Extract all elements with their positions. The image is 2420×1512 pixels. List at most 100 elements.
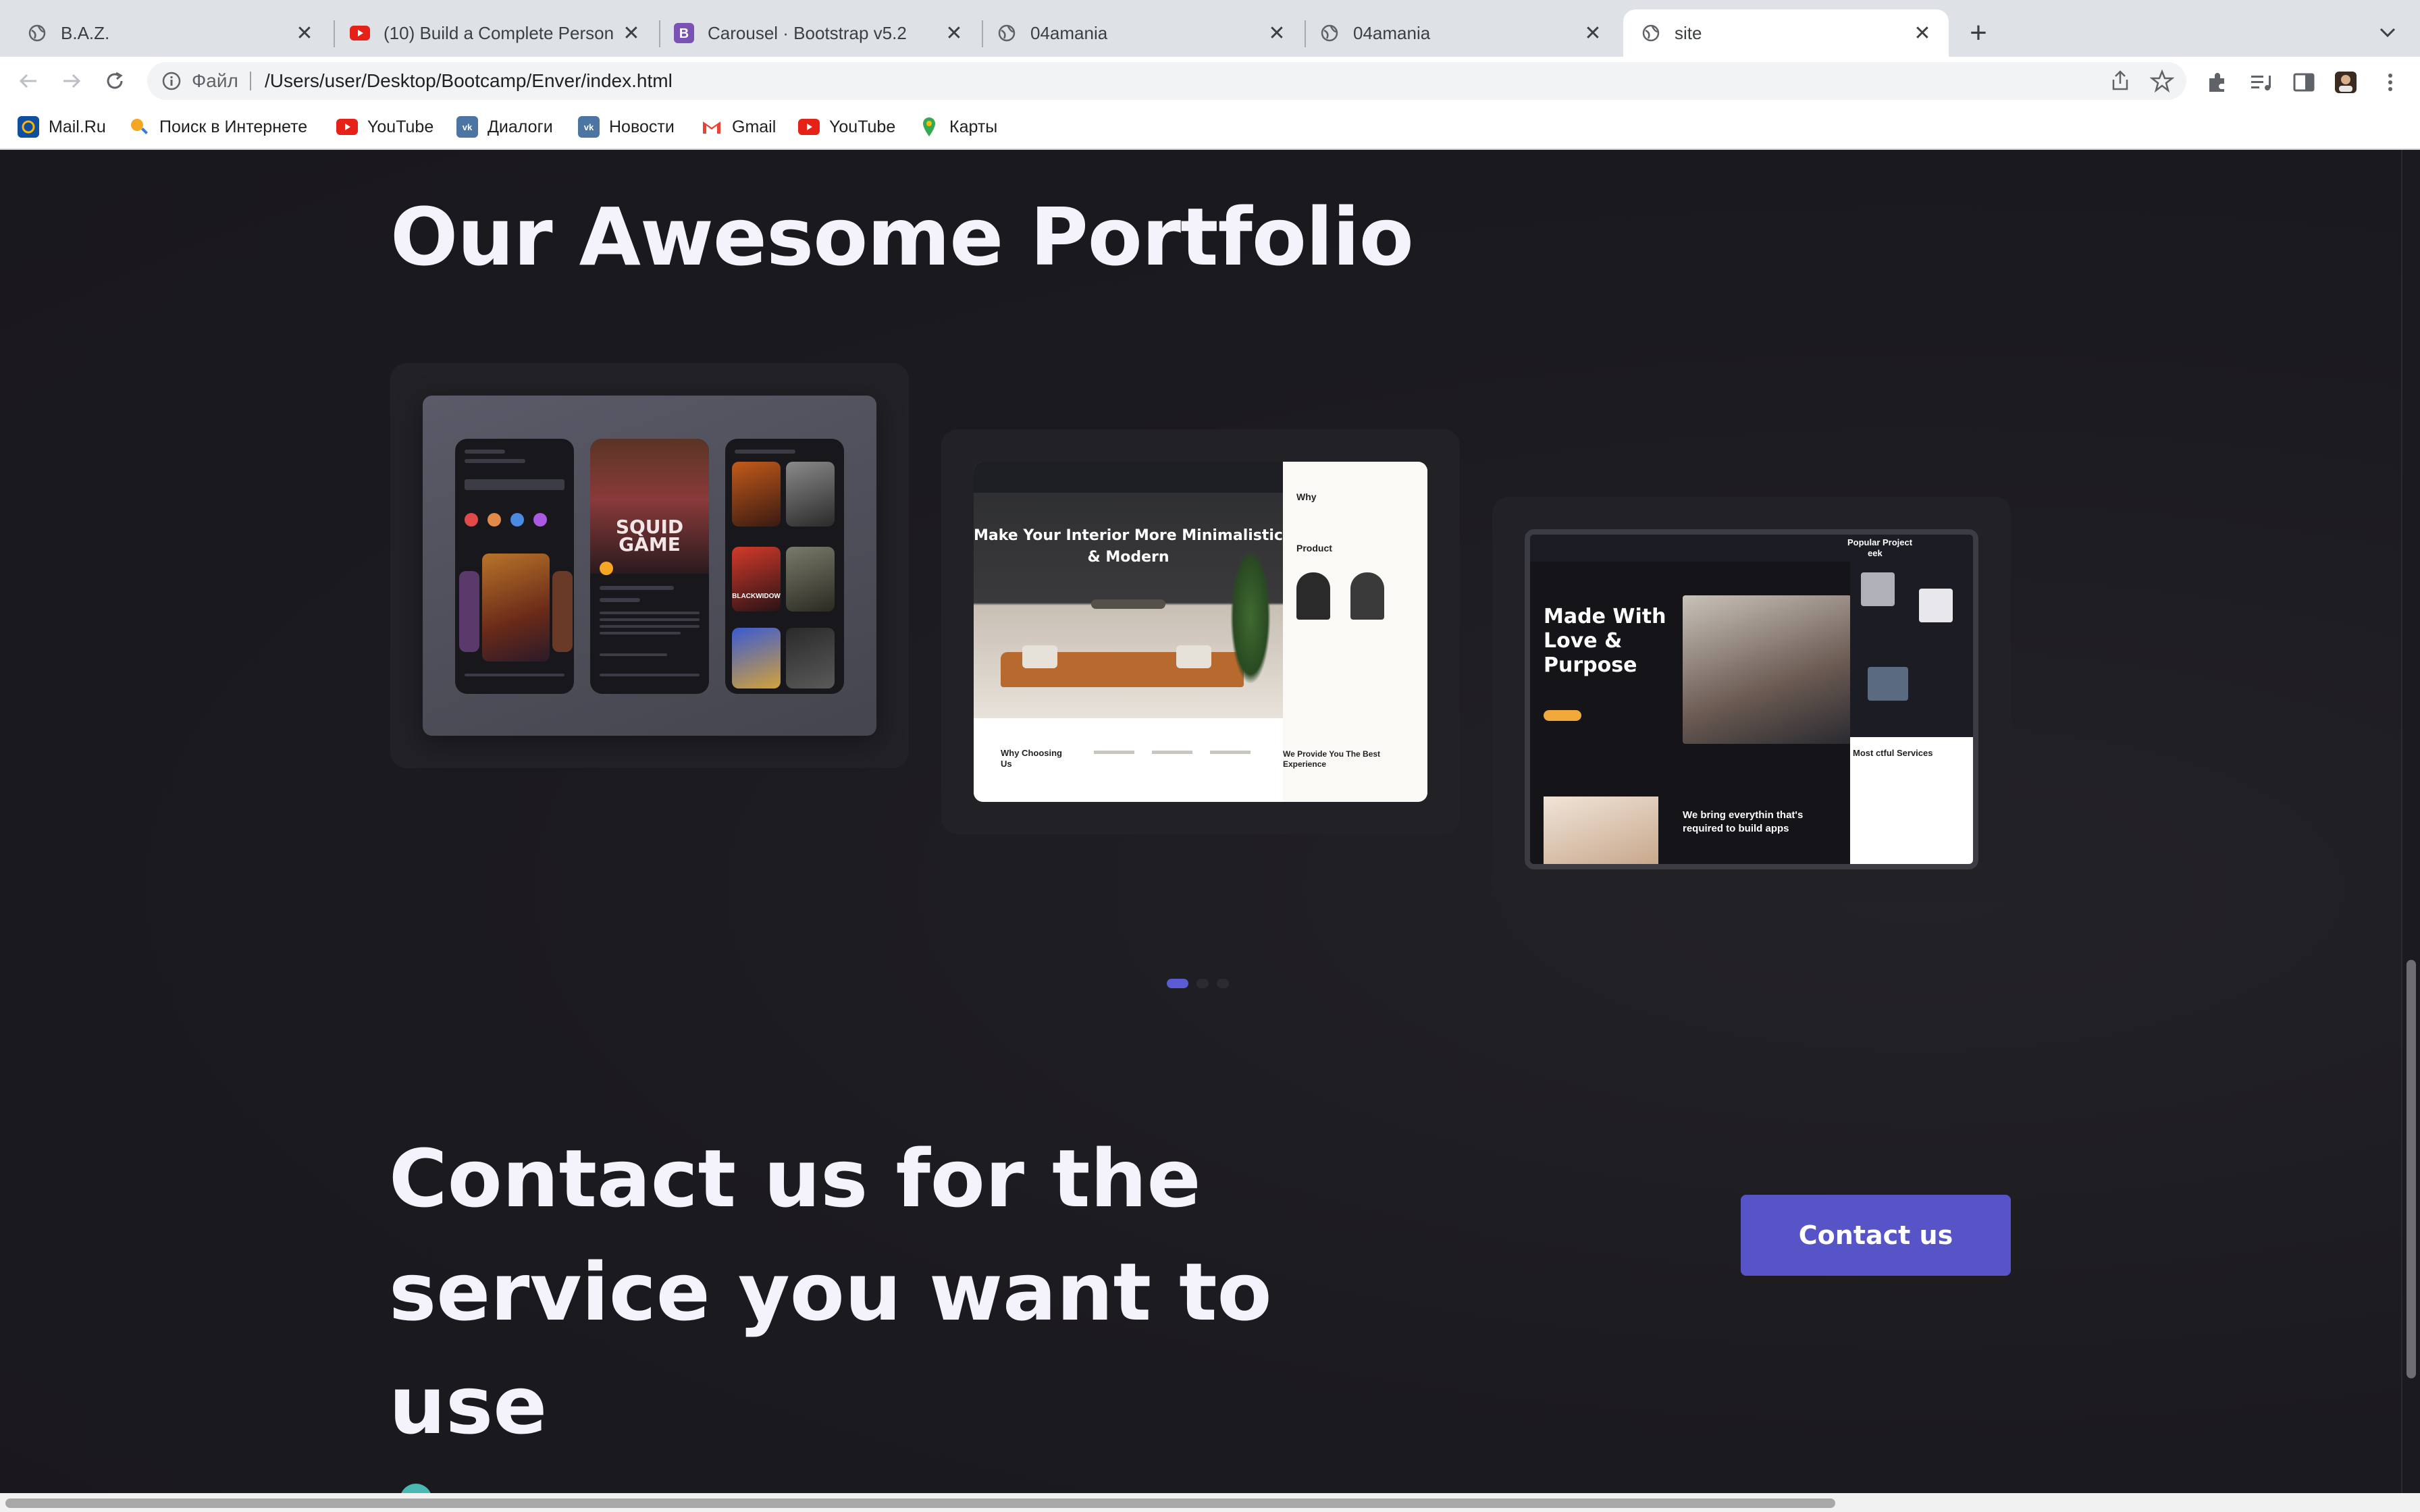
- address-url[interactable]: /Users/user/Desktop/Bootcamp/Enver/index…: [265, 70, 673, 92]
- bookmark-search[interactable]: Поиск в Интернете: [128, 115, 307, 139]
- mailru-icon: [18, 116, 39, 138]
- contact-heading: Contact us for the service you want to u…: [389, 1132, 1272, 1452]
- address-divider: [250, 72, 251, 90]
- phone-mockup: SQUID GAME: [590, 439, 709, 694]
- scrollbar-thumb[interactable]: [2406, 960, 2416, 1378]
- profile-avatar-icon[interactable]: [2332, 69, 2359, 96]
- search-globe-icon: [128, 116, 150, 138]
- back-button[interactable]: [14, 66, 43, 96]
- tab-title: site: [1675, 22, 1702, 43]
- portfolio-heading: Our Awesome Portfolio: [390, 190, 1414, 284]
- tab-title: (10) Build a Complete Personal: [384, 22, 613, 43]
- contact-us-button[interactable]: Contact us: [1741, 1195, 2011, 1276]
- tab-title: 04amania: [1353, 22, 1431, 43]
- bookmark-star-icon[interactable]: [2150, 69, 2174, 93]
- svg-text:vk: vk: [584, 122, 594, 132]
- bookmark-label: Gmail: [732, 117, 777, 136]
- extensions-icon[interactable]: [2204, 69, 2231, 96]
- forward-button[interactable]: [57, 66, 86, 96]
- close-icon[interactable]: ✕: [1267, 22, 1287, 45]
- portfolio-card-1[interactable]: SQUID GAME BLACKWIDOW: [390, 363, 909, 768]
- bookmark-youtube-2[interactable]: YouTube: [798, 115, 895, 139]
- page-viewport: Our Awesome Portfolio SQUID GAME BLACKWI…: [0, 150, 2401, 1493]
- horizontal-scrollbar[interactable]: [0, 1493, 2420, 1512]
- close-icon[interactable]: ✕: [621, 22, 641, 45]
- scrollbar-thumb[interactable]: [5, 1498, 1835, 1508]
- phone-mockup: BLACKWIDOW: [725, 439, 844, 694]
- browser-toolbar: Файл /Users/user/Desktop/Bootcamp/Enver/…: [0, 57, 2420, 105]
- tab-title: 04amania: [1030, 22, 1108, 43]
- vk-icon: vk: [578, 116, 600, 138]
- arrow-left-icon: [19, 74, 36, 88]
- bookmark-label: Диалоги: [488, 117, 553, 136]
- browser-tab-bar: B.A.Z. ✕ (10) Build a Complete Personal …: [0, 0, 2420, 57]
- bookmark-label: Поиск в Интернете: [159, 117, 308, 136]
- close-icon[interactable]: ✕: [294, 22, 315, 45]
- carousel-indicator-2[interactable]: [1196, 979, 1209, 988]
- vk-icon: vk: [456, 116, 478, 138]
- maps-pin-icon: [918, 116, 940, 138]
- tab-title: B.A.Z.: [61, 22, 110, 43]
- phone-mockup: [455, 439, 574, 694]
- tab-baz[interactable]: B.A.Z. ✕: [0, 9, 331, 57]
- globe-icon: [1641, 23, 1661, 43]
- partial-decorative-shape: [400, 1484, 432, 1493]
- youtube-icon: [336, 116, 358, 138]
- tab-youtube-video[interactable]: (10) Build a Complete Personal ✕: [335, 9, 658, 57]
- svg-text:B: B: [679, 26, 689, 41]
- address-bar[interactable]: Файл /Users/user/Desktop/Bootcamp/Enver/…: [147, 62, 2186, 100]
- youtube-icon: [798, 116, 820, 138]
- reload-button[interactable]: [100, 66, 130, 96]
- close-icon[interactable]: ✕: [1912, 22, 1932, 45]
- carousel-indicator-3[interactable]: [1217, 979, 1229, 988]
- bookmarks-bar: Mail.Ru Поиск в Интернете YouTube vk Диа…: [0, 105, 2420, 150]
- portfolio-card-2[interactable]: Make Your Interior More Minimalistic & M…: [941, 429, 1460, 834]
- globe-icon: [27, 23, 47, 43]
- svg-text:vk: vk: [463, 122, 473, 132]
- portfolio-image-agency-site: Made With Love & Purpose Popular Project…: [1525, 529, 1978, 869]
- info-icon[interactable]: [161, 70, 182, 92]
- bookmark-label: Mail.Ru: [49, 117, 106, 136]
- carousel-indicator-1[interactable]: [1167, 979, 1188, 988]
- arrow-right-icon: [63, 74, 81, 88]
- close-icon[interactable]: ✕: [1583, 22, 1603, 45]
- side-panel-icon[interactable]: [2290, 69, 2317, 96]
- bookmark-youtube-1[interactable]: YouTube: [336, 115, 433, 139]
- vertical-scrollbar[interactable]: [2401, 150, 2420, 1493]
- portfolio-image-interior-site: Make Your Interior More Minimalistic & M…: [974, 462, 1427, 802]
- tab-title: Carousel · Bootstrap v5.2: [708, 22, 907, 43]
- more-menu-icon[interactable]: [2377, 69, 2404, 96]
- bootstrap-icon: B: [674, 23, 694, 43]
- portfolio-card-3[interactable]: Made With Love & Purpose Popular Project…: [1492, 497, 2011, 902]
- bookmark-maps[interactable]: Карты: [918, 115, 997, 139]
- squid-game-logo: SQUID GAME: [615, 516, 684, 556]
- interior-footer: Why Choosing Us: [974, 718, 1283, 802]
- reload-icon: [107, 72, 123, 89]
- new-tab-button[interactable]: +: [1964, 16, 1993, 50]
- globe-icon: [997, 23, 1017, 43]
- close-icon[interactable]: ✕: [944, 22, 964, 45]
- address-scheme-label: Файл: [192, 70, 238, 91]
- team-photo: [1683, 595, 1851, 744]
- tab-04amania-1[interactable]: 04amania ✕: [983, 9, 1303, 57]
- tab-bootstrap-carousel[interactable]: B Carousel · Bootstrap v5.2 ✕: [660, 9, 980, 57]
- portfolio-image-mobile-app: SQUID GAME BLACKWIDOW: [423, 396, 876, 736]
- tab-04amania-2[interactable]: 04amania ✕: [1306, 9, 1619, 57]
- bookmark-label: YouTube: [367, 117, 434, 136]
- bookmark-label: Карты: [949, 117, 998, 136]
- globe-icon: [1319, 23, 1340, 43]
- tab-site-active[interactable]: site ✕: [1623, 9, 1949, 57]
- gmail-icon: [701, 116, 722, 138]
- bookmark-news[interactable]: vk Новости: [578, 115, 675, 139]
- bookmark-label: YouTube: [829, 117, 896, 136]
- bookmark-dialogs[interactable]: vk Диалоги: [456, 115, 553, 139]
- bookmark-label: Новости: [609, 117, 675, 136]
- chevron-down-icon[interactable]: [2377, 19, 2398, 46]
- bookmark-mailru[interactable]: Mail.Ru: [18, 115, 106, 139]
- share-icon[interactable]: [2108, 69, 2132, 93]
- cta-pill: [1544, 710, 1581, 721]
- bookmark-gmail[interactable]: Gmail: [701, 115, 776, 139]
- youtube-icon: [350, 23, 370, 43]
- carousel-indicators: [1167, 979, 1229, 988]
- media-controls-icon[interactable]: [2247, 69, 2274, 96]
